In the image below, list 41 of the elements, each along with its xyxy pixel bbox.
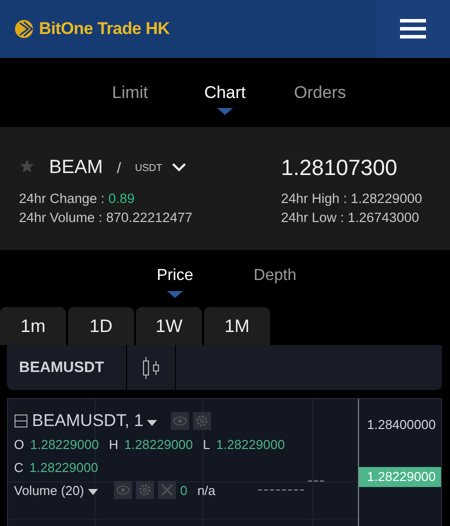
ohlc-value: 1.28229000 <box>216 436 285 452</box>
interval-tab[interactable]: 1D <box>68 307 134 345</box>
close-icon[interactable] <box>158 481 176 499</box>
volume-extra: n/a <box>197 482 216 498</box>
ohlc-key: C <box>14 460 24 474</box>
tab[interactable]: Limit <box>82 58 178 127</box>
ohlc-value: 1.28229000 <box>124 436 193 452</box>
settings-icon[interactable] <box>136 481 154 499</box>
collapse-icon[interactable] <box>14 414 28 428</box>
base-currency: BEAM <box>49 157 103 179</box>
logo-icon <box>14 18 36 40</box>
price-axis-label: 1.28400000 <box>366 416 437 434</box>
volume-label: Volume (20) <box>14 482 84 498</box>
ohlc-key: O <box>14 436 24 452</box>
interval-tab[interactable]: 1W <box>136 307 202 345</box>
last-price: 1.28107300 <box>281 155 398 181</box>
ohlc-value: 1.28229000 <box>29 460 98 474</box>
volume-value: 0 <box>180 482 188 498</box>
stat-text: 24hr High : 1.28229000 <box>281 190 422 208</box>
stat-text: 24hr Volume : 870.22212477 <box>19 209 194 227</box>
interval-tab[interactable]: 1M <box>204 307 270 345</box>
settings-icon[interactable] <box>193 412 212 430</box>
tab[interactable]: Orders <box>272 58 368 127</box>
tab[interactable]: Depth <box>225 250 325 302</box>
eye-icon[interactable] <box>114 481 132 499</box>
ohlc-value: 1.28229000 <box>30 436 99 452</box>
candlestick-icon[interactable] <box>142 356 160 380</box>
current-price-label: 1.28229000 <box>359 467 441 487</box>
tab[interactable]: Chart <box>178 58 272 127</box>
logo-text: BitOne Trade HK <box>39 19 170 39</box>
stat-text: 24hr Change : 0.89 <box>19 190 136 208</box>
menu-icon[interactable] <box>376 0 450 58</box>
interval-tab[interactable]: 1m <box>0 307 66 345</box>
eye-icon[interactable] <box>171 412 190 430</box>
ohlc-key: H <box>108 436 118 452</box>
ohlc-key: L <box>202 436 210 452</box>
stat-text: 24hr Low : 1.26743000 <box>281 209 420 227</box>
tab[interactable]: Price <box>125 250 225 302</box>
separator: / <box>116 160 122 176</box>
quote-currency: USDT <box>135 162 162 174</box>
chart-title: BEAMUSDT, 1 <box>32 411 144 431</box>
